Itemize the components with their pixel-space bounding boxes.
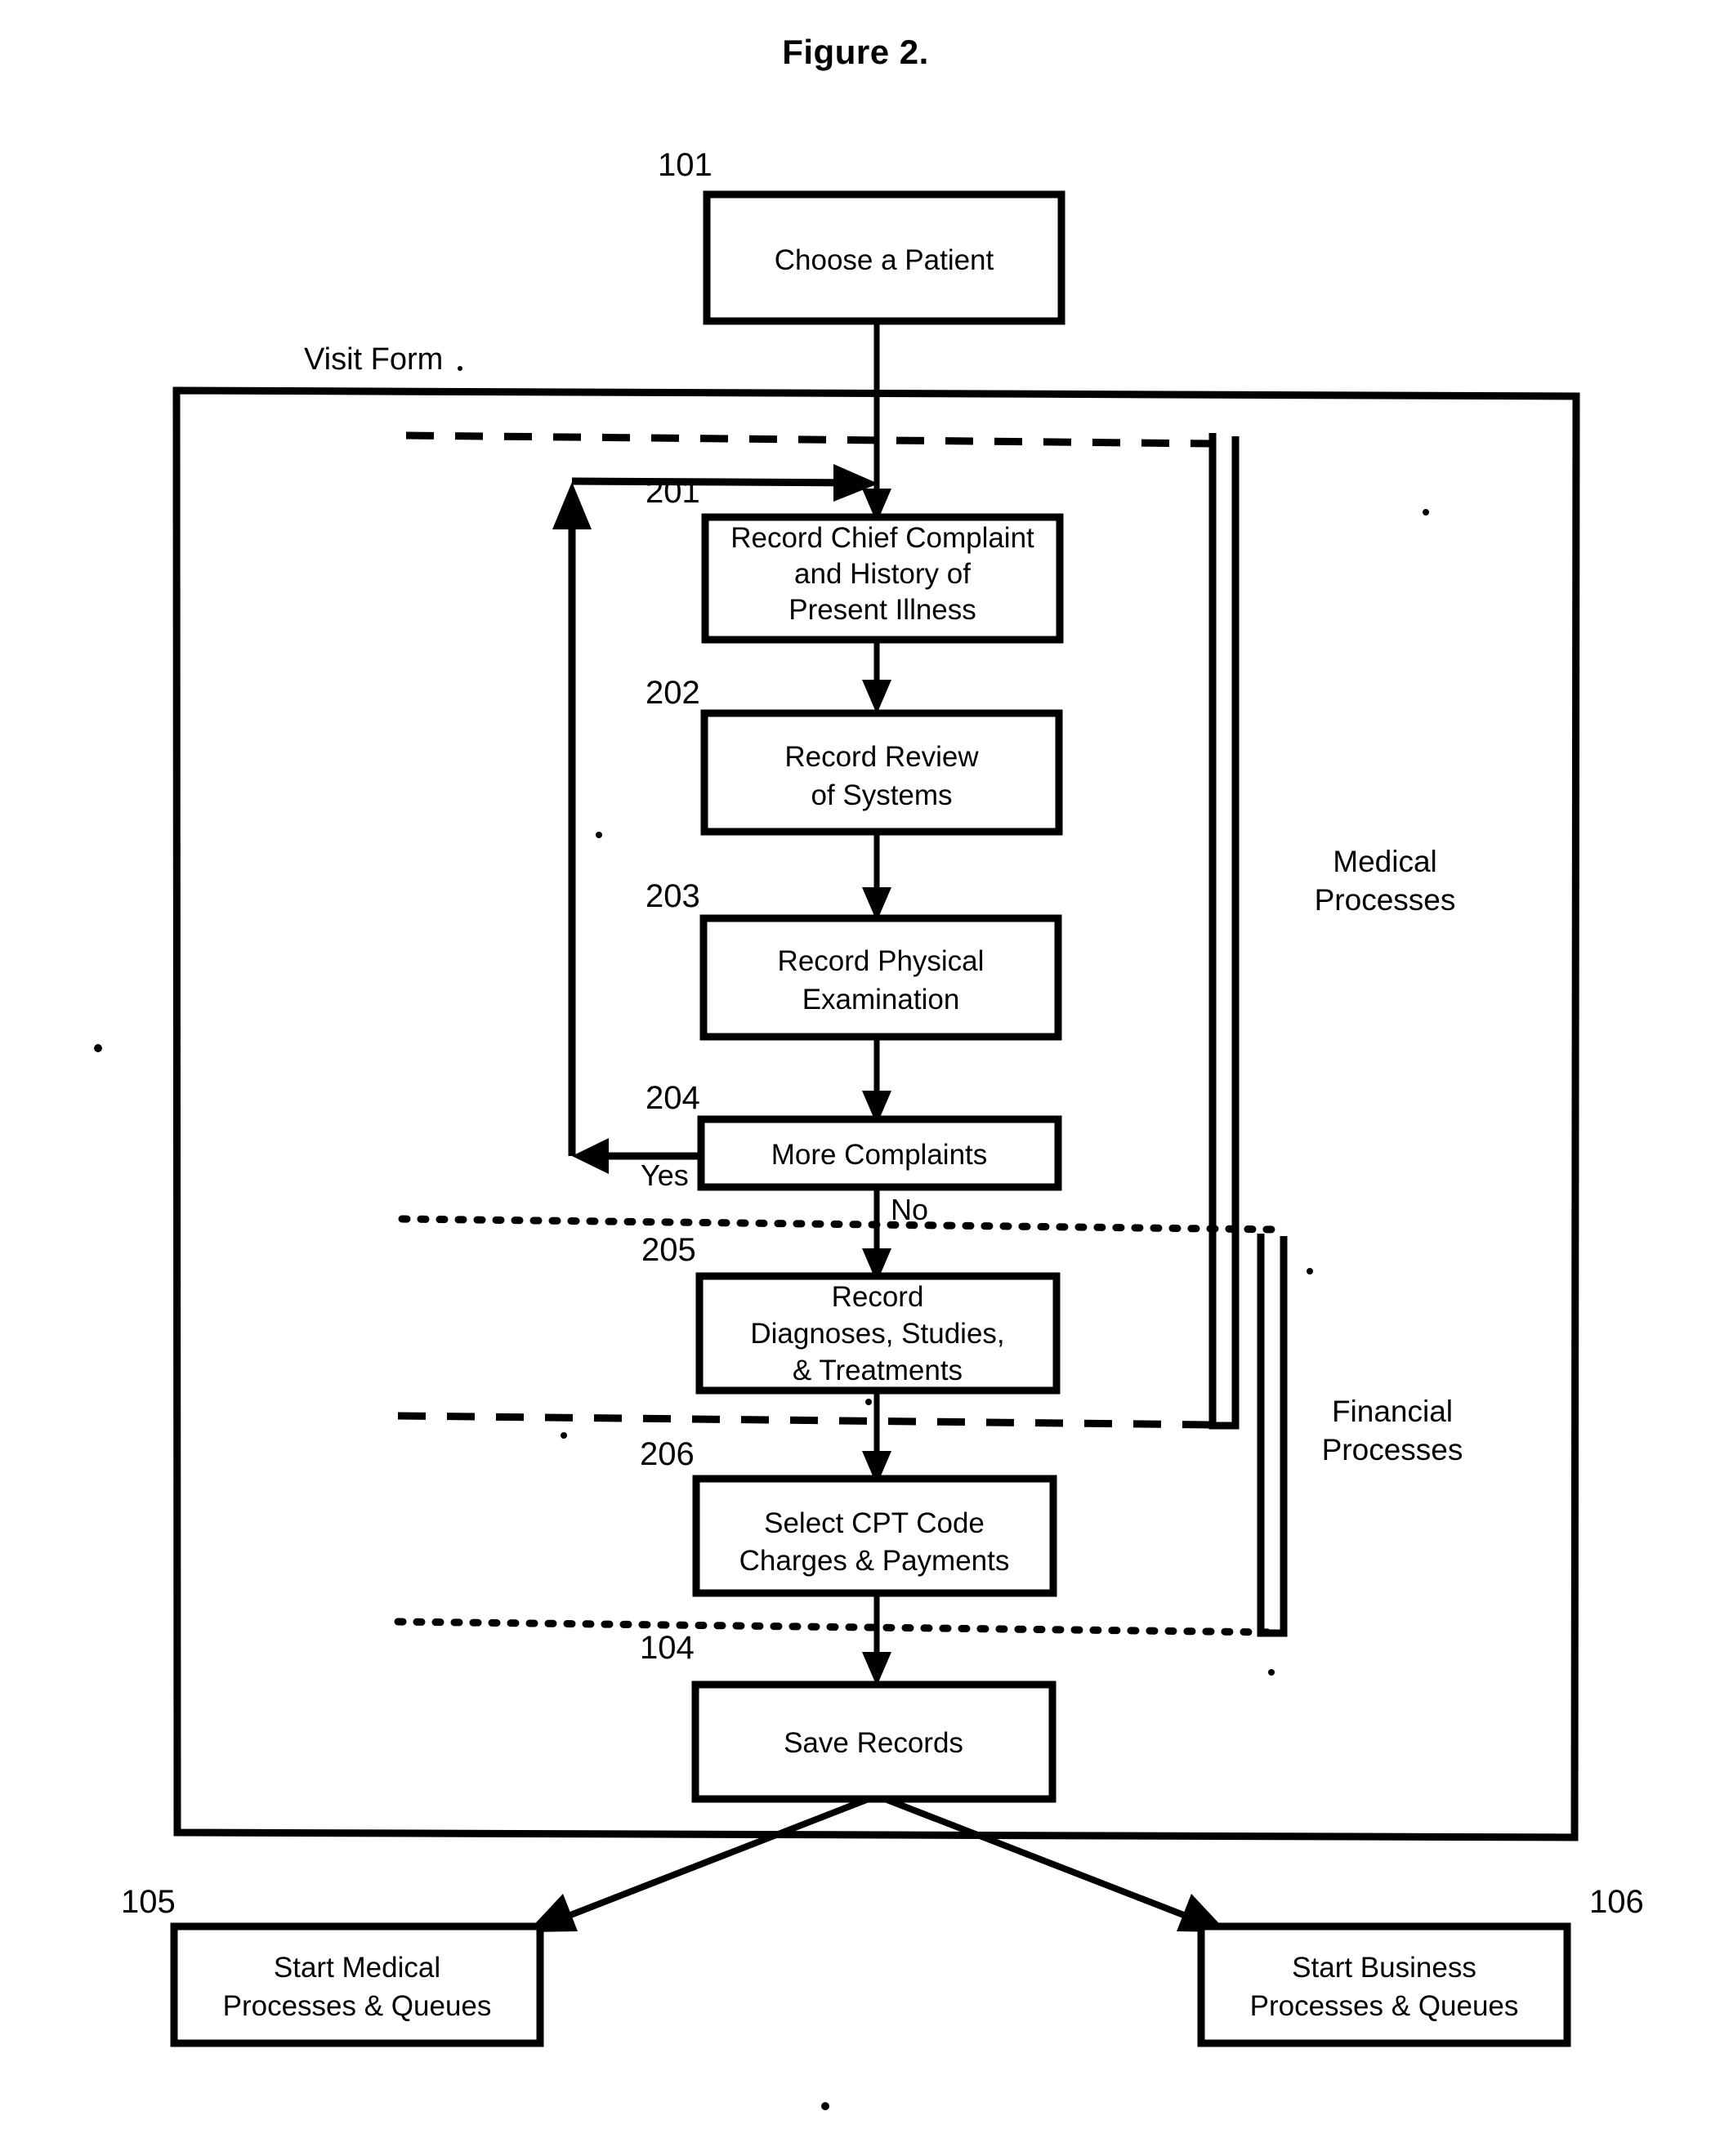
node-start-business-processes[interactable]: Start Business Processes & Queues xyxy=(1197,1922,1571,2047)
svg-text:Medical: Medical xyxy=(1333,845,1437,878)
ref-204: 204 xyxy=(646,1080,700,1116)
svg-text:& Treatments: & Treatments xyxy=(793,1355,963,1386)
svg-text:Processes & Queues: Processes & Queues xyxy=(223,1990,492,2022)
ref-205: 205 xyxy=(641,1232,696,1268)
svg-text:Financial: Financial xyxy=(1332,1395,1453,1428)
connector-104-106 xyxy=(879,1794,1227,1932)
node-record-physical-examination[interactable]: Record Physical Examination xyxy=(699,914,1062,1041)
figure-root: Figure 2. Visit Form Medical Processes F… xyxy=(0,0,1711,2156)
node-select-cpt-code[interactable]: Select CPT Code Charges & Payments xyxy=(692,1475,1057,1597)
node-choose-a-patient[interactable]: Choose a Patient xyxy=(703,190,1065,325)
scan-speck-1 xyxy=(1423,509,1429,516)
svg-text:Record: Record xyxy=(832,1281,924,1313)
ref-202: 202 xyxy=(646,675,700,711)
svg-text:Save Records: Save Records xyxy=(784,1727,963,1759)
svg-text:Examination: Examination xyxy=(802,984,960,1016)
arrowhead-201-202 xyxy=(862,680,891,714)
divider-dashed-top xyxy=(405,431,1213,448)
arrowhead-loop-up xyxy=(552,482,592,529)
scan-speck-5 xyxy=(865,1399,872,1405)
divider-dashed-lower xyxy=(397,1412,1213,1429)
node-more-complaints[interactable]: More Complaints xyxy=(697,1115,1062,1191)
svg-text:Choose a Patient: Choose a Patient xyxy=(775,244,994,276)
edge-label-no: No xyxy=(891,1193,928,1226)
scan-speck-8 xyxy=(821,2102,829,2110)
ref-201: 201 xyxy=(646,474,700,510)
svg-text:of Systems: of Systems xyxy=(811,779,952,811)
scan-speck-7 xyxy=(1268,1669,1275,1676)
svg-text:and History of: and History of xyxy=(794,558,971,590)
svg-text:Record Chief Complaint: Record Chief Complaint xyxy=(730,522,1034,554)
svg-text:Diagnoses, Studies,: Diagnoses, Studies, xyxy=(750,1318,1004,1350)
svg-text:Charges & Payments: Charges & Payments xyxy=(739,1545,1010,1577)
svg-text:Present Illness: Present Illness xyxy=(788,594,976,626)
medical-processes-label: Medical Processes xyxy=(1315,845,1456,917)
ref-203: 203 xyxy=(646,878,700,914)
node-record-diagnoses-studies-treatments[interactable]: Record Diagnoses, Studies, & Treatments xyxy=(695,1272,1061,1395)
speck-visitform xyxy=(458,366,462,371)
node-record-chief-complaint[interactable]: Record Chief Complaint and History of Pr… xyxy=(701,513,1064,644)
ref-105: 105 xyxy=(121,1884,176,1920)
ref-101: 101 xyxy=(658,147,713,183)
flowchart-canvas: Visit Form Medical Processes Financial P… xyxy=(94,147,1644,2110)
visit-form-label: Visit Form xyxy=(304,342,443,377)
connector-104-105 xyxy=(527,1794,874,1932)
svg-text:Processes & Queues: Processes & Queues xyxy=(1250,1990,1519,2022)
scan-speck-6 xyxy=(561,1432,567,1439)
divider-dotted-lower xyxy=(394,1618,1279,1636)
svg-text:More Complaints: More Complaints xyxy=(771,1139,988,1171)
arrowhead-yes-left xyxy=(572,1138,609,1174)
edge-label-yes: Yes xyxy=(641,1158,689,1192)
financial-processes-label: Financial Processes xyxy=(1322,1395,1463,1466)
scan-speck-2 xyxy=(596,832,602,838)
svg-text:Start Business: Start Business xyxy=(1292,1952,1476,1984)
medical-processes-bracket xyxy=(1208,433,1240,1430)
scan-speck-4 xyxy=(1307,1268,1313,1274)
node-record-review-of-systems[interactable]: Record Review of Systems xyxy=(700,709,1063,836)
scan-speck-3 xyxy=(94,1044,102,1052)
svg-text:Record Review: Record Review xyxy=(784,741,979,773)
ref-206: 206 xyxy=(640,1436,695,1472)
financial-processes-bracket xyxy=(1257,1234,1288,1637)
ref-104: 104 xyxy=(640,1630,695,1666)
node-start-medical-processes[interactable]: Start Medical Processes & Queues xyxy=(170,1922,544,2047)
node-save-records[interactable]: Save Records xyxy=(691,1681,1057,1803)
svg-text:Record Physical: Record Physical xyxy=(778,945,985,977)
svg-text:Select CPT Code: Select CPT Code xyxy=(764,1507,985,1539)
ref-106: 106 xyxy=(1589,1884,1644,1920)
svg-text:Start Medical: Start Medical xyxy=(274,1952,440,1984)
divider-dotted-upper xyxy=(398,1215,1283,1234)
svg-text:Processes: Processes xyxy=(1315,883,1456,917)
svg-text:Processes: Processes xyxy=(1322,1433,1463,1466)
